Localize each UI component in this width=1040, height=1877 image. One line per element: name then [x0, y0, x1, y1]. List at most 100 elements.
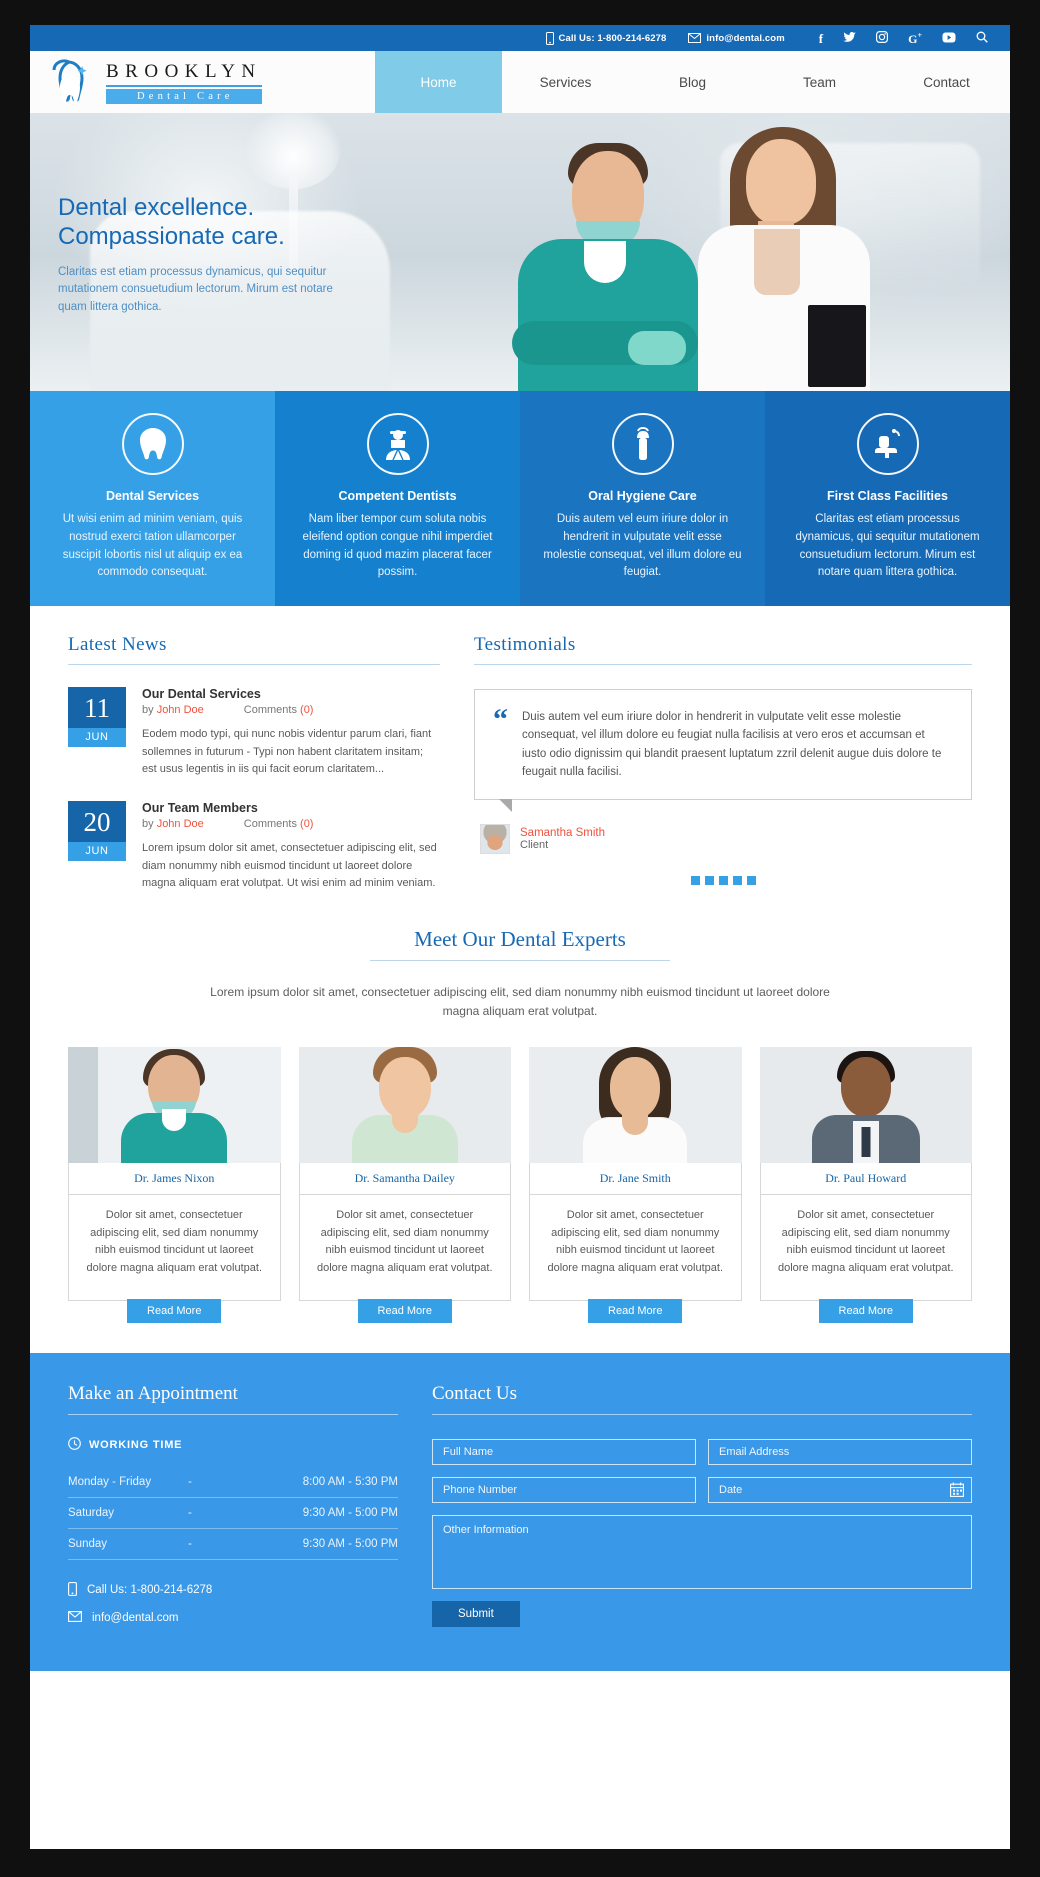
- footer-email[interactable]: info@dental.com: [68, 1610, 398, 1625]
- pagination-dot[interactable]: [718, 875, 728, 885]
- feature-text: Ut wisi enim ad minim veniam, quis nostr…: [62, 513, 243, 579]
- topbar-email[interactable]: info@dental.com: [688, 32, 785, 44]
- nav-item-team[interactable]: Team: [756, 51, 883, 113]
- post-meta: by John Doe Comments (0): [142, 704, 440, 716]
- topbar-phone[interactable]: Call Us: 1-800-214-6278: [545, 31, 667, 45]
- main-content: Latest News 11 JUN Our Dental Services b…: [30, 606, 1010, 893]
- feature-card-dental-services[interactable]: Dental Services Ut wisi enim ad minim ve…: [30, 391, 275, 607]
- date-input[interactable]: [708, 1476, 972, 1503]
- appointment-heading: Make an Appointment: [68, 1383, 398, 1415]
- hours-time: 9:30 AM - 5:00 PM: [302, 1506, 398, 1519]
- team-photo: [68, 1047, 281, 1164]
- social-links: f G+: [819, 31, 988, 45]
- team-member-name: Dr. James Nixon: [68, 1163, 281, 1196]
- brand-logo[interactable]: BROOKLYN Dental Care: [30, 51, 375, 113]
- facebook-icon[interactable]: f: [819, 32, 823, 45]
- contact-heading: Contact Us: [432, 1383, 972, 1415]
- pagination-dot[interactable]: [690, 875, 700, 885]
- nav-item-services[interactable]: Services: [502, 51, 629, 113]
- top-bar: Call Us: 1-800-214-6278 info@dental.com …: [30, 25, 1010, 51]
- dentist-icon: [366, 413, 429, 475]
- team-photo: [298, 1047, 511, 1164]
- post-comments[interactable]: Comments (0): [244, 704, 314, 716]
- post-date-badge: 20 JUN: [68, 801, 126, 893]
- team-heading: Meet Our Dental Experts: [370, 927, 670, 961]
- search-icon[interactable]: [976, 31, 988, 45]
- date-field-wrap: [708, 1476, 972, 1503]
- twitter-icon[interactable]: [843, 31, 857, 45]
- team-member-bio: Dolor sit amet, consectetuer adipiscing …: [68, 1195, 281, 1301]
- post-title[interactable]: Our Dental Services: [142, 687, 440, 701]
- team-card: Dr. Paul Howard Dolor sit amet, consecte…: [759, 1047, 972, 1323]
- male-glove: [628, 331, 686, 365]
- latest-news-heading: Latest News: [68, 634, 440, 666]
- news-post[interactable]: 20 JUN Our Team Members by John Doe Comm…: [68, 801, 440, 893]
- feature-card-oral-hygiene[interactable]: Oral Hygiene Care Duis autem vel eum iri…: [520, 391, 765, 607]
- mobile-icon: [68, 1581, 77, 1599]
- team-member-name: Dr. Paul Howard: [759, 1163, 972, 1196]
- read-more-button[interactable]: Read More: [127, 1298, 222, 1323]
- hero-title-line2: Compassionate care.: [58, 223, 285, 251]
- post-excerpt: Eodem modo typi, qui nunc nobis videntur…: [142, 728, 432, 776]
- site-footer: Make an Appointment WORKING TIME Monday …: [30, 1352, 1010, 1671]
- appointment-column: Make an Appointment WORKING TIME Monday …: [68, 1383, 398, 1637]
- hours-row: Sunday - 9:30 AM - 5:00 PM: [68, 1529, 398, 1560]
- post-author[interactable]: John Doe: [157, 704, 204, 716]
- comments-count: (0): [300, 818, 314, 831]
- nav-item-home[interactable]: Home: [375, 51, 502, 113]
- read-more-button[interactable]: Read More: [357, 1298, 452, 1323]
- team-subtitle: Lorem ipsum dolor sit amet, consectetuer…: [210, 984, 830, 1018]
- feature-card-facilities[interactable]: First Class Facilities Claritas est etia…: [765, 391, 1010, 607]
- post-title[interactable]: Our Team Members: [142, 801, 440, 815]
- email-input[interactable]: [708, 1438, 972, 1465]
- nav-item-contact[interactable]: Contact: [883, 51, 1010, 113]
- footer-contact-info: Call Us: 1-800-214-6278 info@dental.com: [68, 1581, 398, 1625]
- read-more-button[interactable]: Read More: [588, 1298, 683, 1323]
- toothbrush-icon: [611, 413, 674, 475]
- calendar-icon[interactable]: [950, 1482, 964, 1502]
- team-photo: [759, 1047, 972, 1164]
- post-author[interactable]: John Doe: [157, 818, 204, 830]
- post-date-day: 20: [68, 801, 126, 843]
- topbar-email-text: info@dental.com: [706, 32, 785, 44]
- read-more-button[interactable]: Read More: [818, 1298, 913, 1323]
- tooth-icon: [121, 413, 184, 475]
- post-date-month: JUN: [68, 728, 126, 748]
- avatar: [480, 823, 510, 854]
- submit-button[interactable]: Submit: [432, 1600, 520, 1627]
- phone-input[interactable]: [432, 1476, 696, 1503]
- tooth-logo-icon: [48, 58, 94, 106]
- other-information-textarea[interactable]: [432, 1514, 972, 1589]
- member-figure: [579, 1047, 691, 1164]
- news-post[interactable]: 11 JUN Our Dental Services by John Doe C…: [68, 687, 440, 779]
- nav-item-blog[interactable]: Blog: [629, 51, 756, 113]
- instagram-icon[interactable]: [876, 31, 889, 45]
- footer-phone[interactable]: Call Us: 1-800-214-6278: [68, 1581, 398, 1599]
- feature-title: First Class Facilities: [827, 489, 948, 503]
- female-head: [746, 139, 816, 225]
- device-frame: Call Us: 1-800-214-6278 info@dental.com …: [0, 0, 1040, 1877]
- team-member-name: Dr. Samantha Dailey: [298, 1163, 511, 1196]
- post-excerpt: Lorem ipsum dolor sit amet, consectetuer…: [142, 842, 437, 890]
- feature-text: Claritas est etiam processus dynamicus, …: [795, 513, 980, 579]
- google-plus-icon[interactable]: G+: [908, 31, 922, 45]
- team-member-bio: Dolor sit amet, consectetuer adipiscing …: [298, 1195, 511, 1301]
- hero-title: Dental excellence. Compassionate care.: [58, 193, 358, 252]
- feature-card-competent-dentists[interactable]: Competent Dentists Nam liber tempor cum …: [275, 391, 520, 607]
- site-header: BROOKLYN Dental Care Home Services Blog …: [30, 51, 1010, 113]
- post-date-badge: 11 JUN: [68, 687, 126, 779]
- pagination-dot[interactable]: [746, 875, 756, 885]
- pagination-dot[interactable]: [732, 875, 742, 885]
- footer-phone-text: Call Us: 1-800-214-6278: [87, 1584, 213, 1597]
- features-strip: Dental Services Ut wisi enim ad minim ve…: [30, 391, 1010, 607]
- full-name-input[interactable]: [432, 1438, 696, 1465]
- youtube-icon[interactable]: [942, 32, 956, 45]
- hours-dash: -: [188, 1537, 192, 1550]
- hero-copy: Dental excellence. Compassionate care. C…: [58, 193, 358, 317]
- post-comments[interactable]: Comments (0): [244, 818, 314, 830]
- team-photo: [529, 1047, 742, 1164]
- testimonials-column: Testimonials “ Duis autem vel eum iriure…: [474, 634, 972, 893]
- pagination-dot[interactable]: [704, 875, 714, 885]
- hours-row: Monday - Friday - 8:00 AM - 5:30 PM: [68, 1467, 398, 1498]
- hours-day: Sunday: [68, 1537, 108, 1550]
